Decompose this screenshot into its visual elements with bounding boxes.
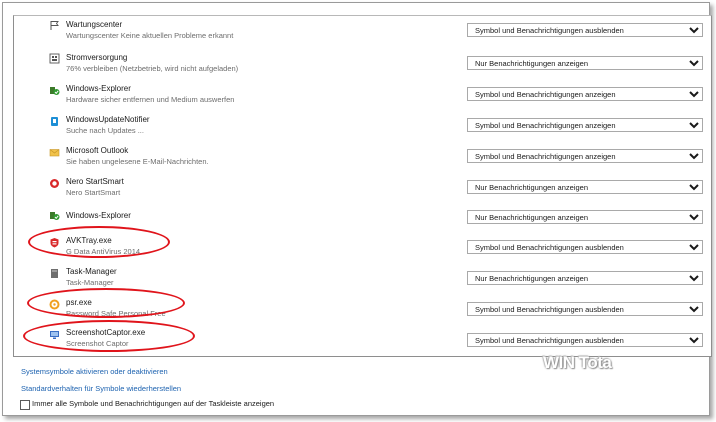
behavior-dropdown[interactable]: Symbol und Benachrichtigungen ausblenden bbox=[467, 240, 703, 254]
list-item: Task-Manager Task-Manager Nur Benachrich… bbox=[14, 263, 711, 293]
list-item: Stromversorgung 76% verbleiben (Netzbetr… bbox=[14, 49, 711, 79]
always-show-checkbox[interactable] bbox=[20, 400, 30, 410]
list-item: psr.exe Password Safe Personal Free Symb… bbox=[14, 294, 711, 324]
list-item: Windows-Explorer Hardware sicher entfern… bbox=[14, 80, 711, 110]
notification-icons-window: Wartungscenter Wartungscenter Keine aktu… bbox=[2, 2, 712, 416]
item-description: Wartungscenter Keine aktuellen Probleme … bbox=[66, 31, 234, 40]
watermark-logo: WIN Tota bbox=[543, 353, 612, 372]
list-item: Microsoft Outlook Sie haben ungelesene E… bbox=[14, 142, 711, 172]
item-name: WindowsUpdateNotifier bbox=[66, 115, 150, 124]
behavior-dropdown[interactable]: Nur Benachrichtigungen anzeigen bbox=[467, 56, 703, 70]
item-name: Wartungscenter bbox=[66, 20, 123, 29]
item-name: Stromversorgung bbox=[66, 53, 128, 62]
item-name: Windows-Explorer bbox=[66, 84, 131, 93]
list-item: Windows-Explorer Nur Benachrichtigungen … bbox=[14, 203, 711, 233]
item-name: Windows-Explorer bbox=[66, 211, 131, 220]
usb-safely-remove-icon bbox=[50, 87, 60, 95]
behavior-dropdown[interactable]: Symbol und Benachrichtigungen anzeigen bbox=[467, 118, 703, 132]
usb-safely-remove-icon bbox=[50, 212, 60, 220]
system-icons-link[interactable]: Systemsymbole aktivieren oder deaktivier… bbox=[21, 367, 168, 376]
behavior-dropdown[interactable]: Symbol und Benachrichtigungen ausblenden bbox=[467, 333, 703, 347]
item-description: Sie haben ungelesene E-Mail-Nachrichten. bbox=[66, 157, 209, 166]
nero-icon bbox=[50, 179, 59, 188]
list-item: Wartungscenter Wartungscenter Keine aktu… bbox=[14, 16, 711, 46]
restore-default-link[interactable]: Standardverhalten für Symbole wiederhers… bbox=[21, 384, 181, 393]
item-name: ScreenshotCaptor.exe bbox=[66, 328, 146, 337]
list-item: Nero StartSmart Nero StartSmart Nur Bena… bbox=[14, 173, 711, 203]
screenshot-captor-icon bbox=[50, 331, 59, 339]
item-description: Suche nach Updates ... bbox=[66, 126, 144, 135]
flag-icon bbox=[50, 21, 59, 30]
item-name: Microsoft Outlook bbox=[66, 146, 129, 155]
envelope-icon bbox=[49, 149, 60, 157]
behavior-dropdown[interactable]: Nur Benachrichtigungen anzeigen bbox=[467, 210, 703, 224]
item-description: Nero StartSmart bbox=[66, 188, 121, 197]
always-show-label: Immer alle Symbole und Benachrichtigunge… bbox=[32, 399, 275, 408]
item-description: Screenshot Captor bbox=[66, 339, 129, 348]
item-description: 76% verbleiben (Netzbetrieb, wird nicht … bbox=[66, 64, 239, 73]
behavior-dropdown[interactable]: Nur Benachrichtigungen anzeigen bbox=[467, 180, 703, 194]
notification-icons-list[interactable]: Wartungscenter Wartungscenter Keine aktu… bbox=[13, 15, 712, 357]
item-name: Nero StartSmart bbox=[66, 177, 124, 186]
power-plug-icon bbox=[49, 53, 60, 64]
list-item: AVKTray.exe G Data AntiVirus 2014 Symbol… bbox=[14, 232, 711, 262]
password-safe-icon bbox=[49, 299, 60, 310]
item-description: G Data AntiVirus 2014 bbox=[66, 247, 141, 256]
behavior-dropdown[interactable]: Symbol und Benachrichtigungen ausblenden bbox=[467, 302, 703, 316]
item-name: AVKTray.exe bbox=[66, 236, 112, 245]
list-item: ScreenshotCaptor.exe Screenshot Captor S… bbox=[14, 324, 711, 354]
item-name: Task-Manager bbox=[66, 267, 117, 276]
list-item: WindowsUpdateNotifier Suche nach Updates… bbox=[14, 111, 711, 141]
item-name: psr.exe bbox=[66, 298, 92, 307]
update-notifier-icon bbox=[51, 117, 58, 126]
item-description: Password Safe Personal Free bbox=[66, 309, 166, 318]
item-description: Hardware sicher entfernen und Medium aus… bbox=[66, 95, 235, 104]
behavior-dropdown[interactable]: Symbol und Benachrichtigungen anzeigen bbox=[467, 87, 703, 101]
behavior-dropdown[interactable]: Symbol und Benachrichtigungen ausblenden bbox=[467, 23, 703, 37]
behavior-dropdown[interactable]: Nur Benachrichtigungen anzeigen bbox=[467, 271, 703, 285]
behavior-dropdown[interactable]: Symbol und Benachrichtigungen anzeigen bbox=[467, 149, 703, 163]
antivirus-icon bbox=[50, 238, 59, 248]
task-manager-icon bbox=[51, 269, 58, 278]
item-description: Task-Manager bbox=[66, 278, 114, 287]
